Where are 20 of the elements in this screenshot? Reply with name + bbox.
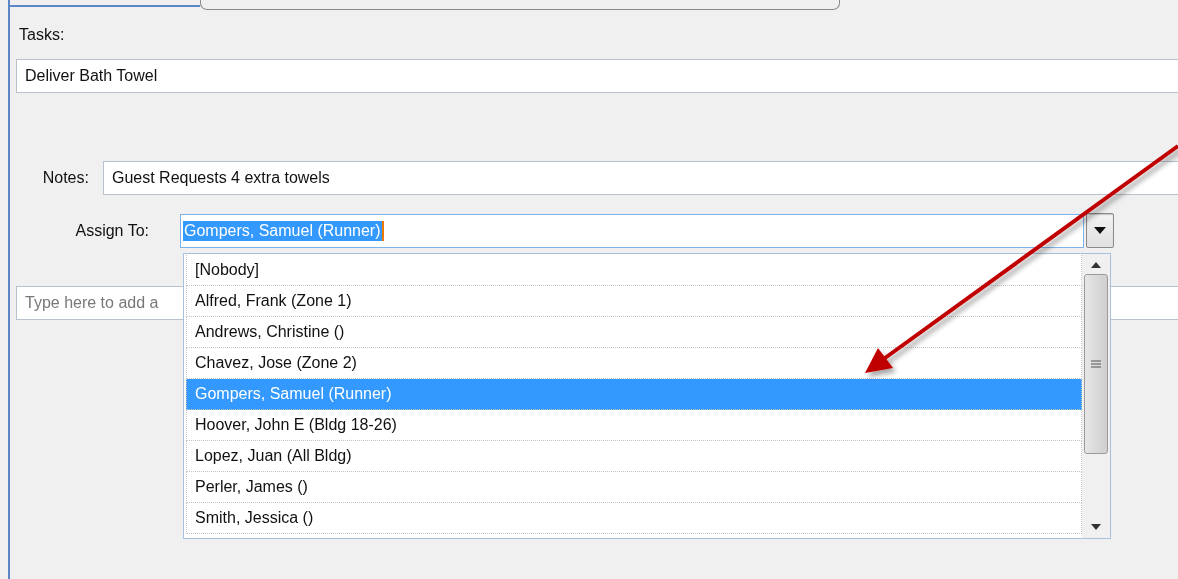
scroll-thumb[interactable] <box>1084 274 1108 454</box>
scroll-down-icon <box>1091 524 1101 530</box>
tasks-label: Tasks: <box>19 26 66 44</box>
dropdown-option[interactable]: Perler, James () <box>186 472 1082 503</box>
notes-field[interactable]: Guest Requests 4 extra towels <box>102 161 1178 195</box>
dropdown-button[interactable] <box>1086 213 1114 248</box>
notes-label: Notes: <box>41 169 89 187</box>
scrollbar[interactable] <box>1082 254 1110 538</box>
dropdown-option[interactable]: Chavez, Jose (Zone 2) <box>186 348 1082 379</box>
dropdown-option[interactable]: [Nobody] <box>186 255 1082 286</box>
dropdown-option[interactable]: Andrews, Christine () <box>186 317 1082 348</box>
caret-icon <box>1094 227 1106 234</box>
dropdown-option[interactable]: Lopez, Juan (All Bldg) <box>186 441 1082 472</box>
scroll-up-icon <box>1091 262 1101 268</box>
dropdown-option[interactable]: Smith, Jessica () <box>186 503 1082 534</box>
tasks-field[interactable]: Deliver Bath Towel <box>16 59 1178 93</box>
dropdown-option[interactable]: Hoover, John E (Bldg 18-26) <box>186 410 1082 441</box>
assign-to-label: Assign To: <box>74 221 149 240</box>
grip-icon <box>1091 360 1101 368</box>
dropdown-option[interactable]: Alfred, Frank (Zone 1) <box>186 286 1082 317</box>
